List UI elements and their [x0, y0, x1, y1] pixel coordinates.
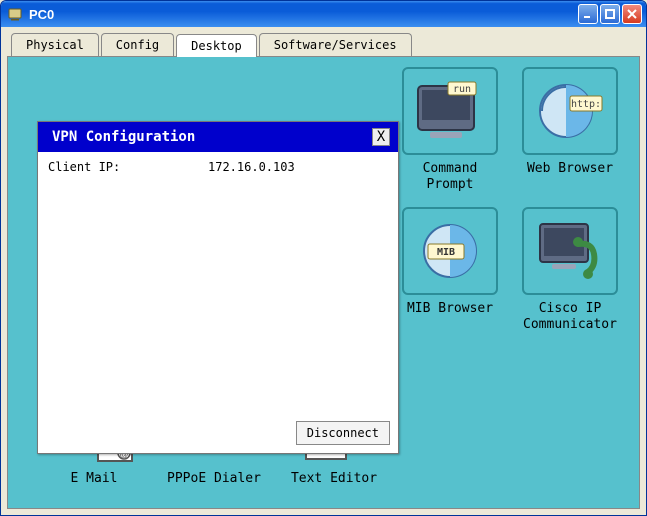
icon-cisco-ip-communicator[interactable]: Cisco IP Communicator: [510, 207, 630, 347]
icon-label: Text Editor: [274, 471, 394, 487]
tab-desktop[interactable]: Desktop: [176, 34, 257, 57]
vpn-body: Client IP: 172.16.0.103 Disconnect: [38, 152, 398, 453]
minimize-button[interactable]: [578, 4, 598, 24]
svg-text:http:: http:: [571, 99, 601, 110]
tabs: Physical Config Desktop Software/Service…: [7, 33, 640, 56]
vpn-close-button[interactable]: X: [372, 128, 390, 146]
titlebar-buttons: [578, 4, 642, 24]
svg-text:run: run: [453, 84, 471, 95]
desktop-panel: run Command Prompt http:: [7, 56, 640, 509]
icon-label: Command Prompt: [390, 161, 510, 192]
client-ip-value: 172.16.0.103: [208, 160, 295, 174]
tab-physical[interactable]: Physical: [11, 33, 99, 56]
app-icon: [7, 6, 23, 22]
cisco-ip-icon: [522, 207, 618, 295]
window-body: Physical Config Desktop Software/Service…: [1, 27, 646, 515]
icon-web-browser[interactable]: http: Web Browser: [510, 67, 630, 207]
disconnect-button[interactable]: Disconnect: [296, 421, 390, 445]
client-ip-label: Client IP:: [48, 160, 208, 174]
desktop-area: run Command Prompt http:: [20, 67, 627, 504]
vpn-titlebar[interactable]: VPN Configuration X: [38, 122, 398, 152]
web-browser-icon: http:: [522, 67, 618, 155]
icon-mib-browser[interactable]: MIB MIB Browser: [390, 207, 510, 347]
maximize-button[interactable]: [600, 4, 620, 24]
vpn-client-ip-row: Client IP: 172.16.0.103: [48, 160, 388, 174]
close-button[interactable]: [622, 4, 642, 24]
tab-software[interactable]: Software/Services: [259, 33, 412, 56]
svg-text:MIB: MIB: [437, 247, 455, 258]
icon-label: PPPoE Dialer: [154, 471, 274, 487]
titlebar[interactable]: PC0: [1, 1, 646, 27]
icon-command-prompt[interactable]: run Command Prompt: [390, 67, 510, 207]
icon-label: Cisco IP Communicator: [510, 301, 630, 332]
tab-config[interactable]: Config: [101, 33, 174, 56]
window-title: PC0: [29, 7, 578, 22]
icon-label: Web Browser: [510, 161, 630, 177]
app-window: PC0 Physical Config Desktop Software/Ser…: [0, 0, 647, 516]
command-prompt-icon: run: [402, 67, 498, 155]
icon-label: E Mail: [34, 471, 154, 487]
vpn-configuration-window: VPN Configuration X Client IP: 172.16.0.…: [37, 121, 399, 454]
mib-browser-icon: MIB: [402, 207, 498, 295]
vpn-title-text: VPN Configuration: [52, 129, 372, 145]
icon-label: MIB Browser: [390, 301, 510, 317]
